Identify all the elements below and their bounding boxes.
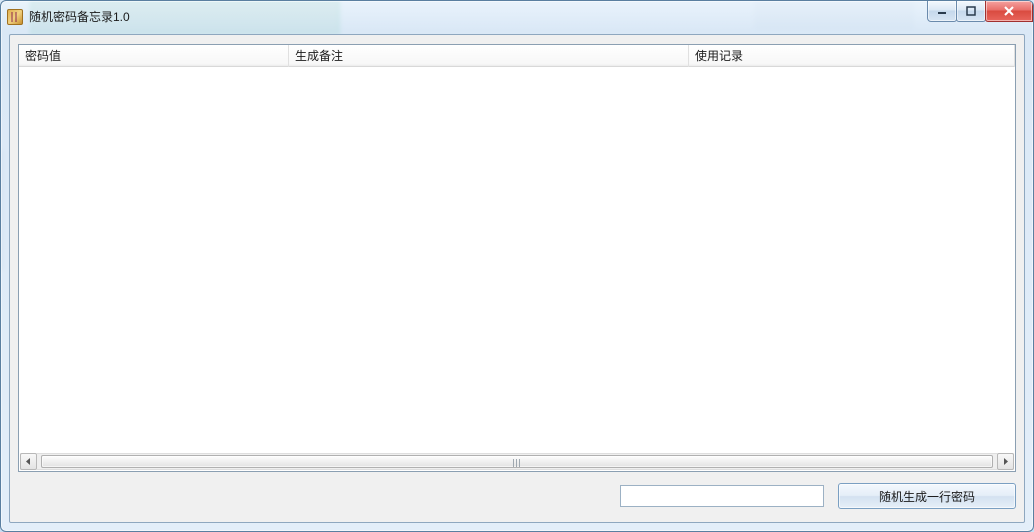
close-icon — [1003, 6, 1015, 16]
scroll-thumb[interactable] — [41, 455, 993, 468]
generate-button[interactable]: 随机生成一行密码 — [838, 483, 1016, 509]
scroll-left-button[interactable] — [20, 453, 37, 470]
application-window: 随机密码备忘录1.0 密码值 生成备注 使用记录 — [0, 0, 1034, 532]
minimize-button[interactable] — [927, 1, 957, 22]
minimize-icon — [937, 6, 947, 16]
window-title: 随机密码备忘录1.0 — [29, 8, 130, 25]
bottom-controls: 随机生成一行密码 — [18, 481, 1016, 511]
scroll-track[interactable] — [37, 453, 997, 470]
content-panel: 密码值 生成备注 使用记录 随机生成一行密码 — [9, 34, 1025, 523]
list-header: 密码值 生成备注 使用记录 — [19, 45, 1015, 67]
password-list: 密码值 生成备注 使用记录 — [18, 44, 1016, 472]
column-header-usage[interactable]: 使用记录 — [689, 45, 1015, 67]
column-header-note[interactable]: 生成备注 — [289, 45, 689, 67]
chevron-left-icon — [25, 458, 32, 465]
window-controls — [928, 1, 1033, 22]
close-button[interactable] — [985, 1, 1033, 22]
maximize-icon — [966, 6, 976, 16]
app-icon — [7, 9, 23, 25]
maximize-button[interactable] — [956, 1, 986, 22]
scroll-right-button[interactable] — [997, 453, 1014, 470]
titlebar[interactable]: 随机密码备忘录1.0 — [1, 1, 1033, 32]
chevron-right-icon — [1002, 458, 1009, 465]
password-input[interactable] — [620, 485, 824, 507]
horizontal-scrollbar[interactable] — [20, 453, 1014, 470]
list-body[interactable] — [19, 67, 1015, 452]
column-header-password[interactable]: 密码值 — [19, 45, 289, 67]
